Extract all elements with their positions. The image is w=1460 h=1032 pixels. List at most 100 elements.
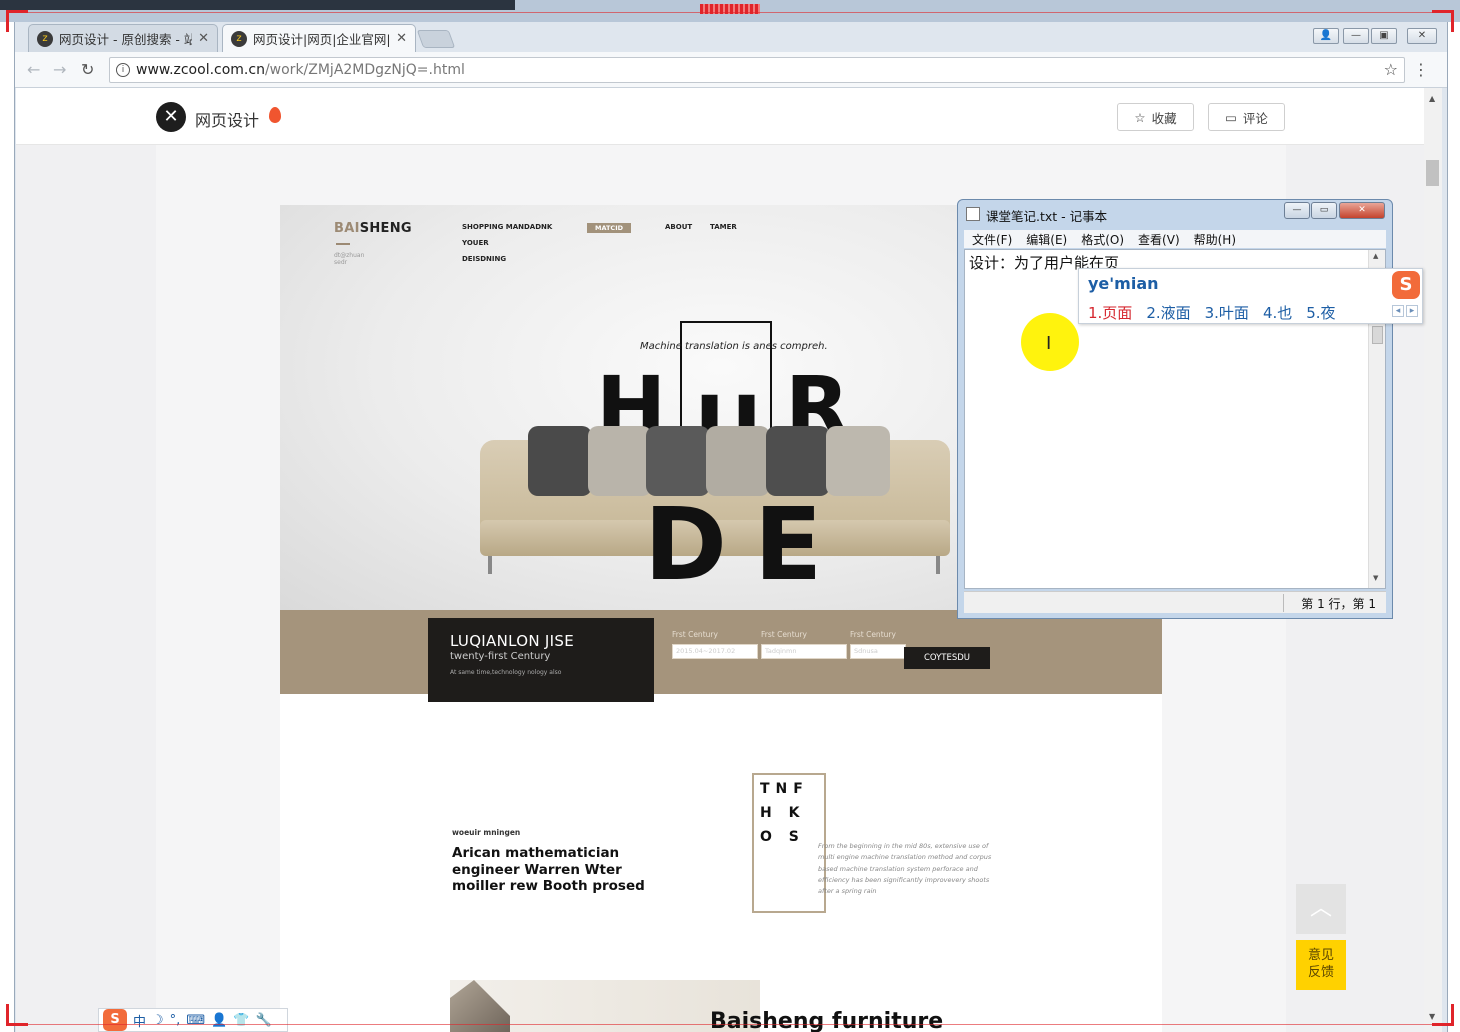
- reload-icon[interactable]: ↻: [81, 60, 94, 79]
- tab-label: 网页设计|网页|企业官网|: [253, 32, 391, 47]
- url-path: /work/ZMjA2MDgzNjQ=.html: [264, 62, 465, 78]
- collect-label: 收藏: [1151, 110, 1177, 126]
- info-card: LUQIANLON JISE twenty-first Century At s…: [428, 618, 654, 702]
- tools-icon[interactable]: 🔧: [255, 1013, 271, 1028]
- mock-button: COYTESDU: [904, 647, 990, 669]
- forward-arrow-icon[interactable]: →: [53, 60, 66, 79]
- menu-format[interactable]: 格式(O): [1081, 231, 1124, 248]
- scroll-down-arrow-icon[interactable]: ▼: [1373, 574, 1378, 582]
- mock-nav-item: SHOPPING MANDADNK: [462, 223, 553, 231]
- ime-composition: ye'mian: [1088, 274, 1159, 293]
- skin-icon[interactable]: 👕: [233, 1013, 249, 1028]
- mock-field: Frst Century Tadqinmn: [761, 630, 847, 659]
- flame-icon: [269, 107, 281, 123]
- close-window-button[interactable]: ✕: [1407, 28, 1437, 44]
- scroll-up-arrow-icon[interactable]: ▲: [1429, 94, 1435, 103]
- bookmark-star-icon[interactable]: ☆: [1384, 60, 1398, 79]
- ime-candidates: 1.页面 2.液面 3.叶面 4.也 5.夜: [1088, 302, 1336, 323]
- info-card-note: At same time,technology nology also: [450, 669, 562, 676]
- sogou-logo-icon[interactable]: S: [103, 1009, 127, 1031]
- menu-file[interactable]: 文件(F): [972, 231, 1012, 248]
- letter-box: TNF H K O S: [752, 773, 826, 913]
- tab-close-icon[interactable]: ✕: [198, 31, 209, 46]
- section-kicker: woeuir mningen: [452, 828, 521, 837]
- profile-button[interactable]: 👤: [1313, 28, 1339, 44]
- scroll-down-arrow-icon[interactable]: ▼: [1429, 1012, 1435, 1021]
- brand-subtext: dt@zhuan sedr: [334, 252, 365, 266]
- ime-chinese-mode-icon[interactable]: 中: [133, 1011, 146, 1030]
- collect-button[interactable]: ☆ 收藏: [1117, 103, 1194, 131]
- maximize-button[interactable]: ▣: [1371, 28, 1397, 44]
- notepad-maximize-button[interactable]: ▭: [1311, 202, 1337, 219]
- comment-button[interactable]: ▭ 评论: [1208, 103, 1285, 131]
- notepad-close-button[interactable]: ✕: [1339, 202, 1385, 219]
- cursor-position: 第 1 行，第 1: [1301, 597, 1376, 611]
- tab-label: 网页设计 - 原创搜索 - 站: [59, 32, 193, 47]
- mock-field: Frst Century 2015.04~2017.02: [672, 630, 758, 659]
- notepad-scroll-thumb[interactable]: [1372, 326, 1383, 344]
- star-icon: ☆: [1134, 109, 1146, 125]
- work-header: ✕ 网页设计 ☆ 收藏 ▭ 评论: [16, 88, 1424, 145]
- page-title: 网页设计: [195, 111, 260, 130]
- menu-view[interactable]: 查看(V): [1138, 231, 1180, 248]
- page-scrollbar[interactable]: ▲ ▼: [1424, 88, 1442, 1032]
- comment-icon: ▭: [1225, 109, 1237, 125]
- browser-menu-icon[interactable]: ⋮: [1413, 60, 1429, 79]
- menu-edit[interactable]: 编辑(E): [1026, 231, 1067, 248]
- tab-search[interactable]: z 网页设计 - 原创搜索 - 站 ✕: [28, 24, 218, 52]
- moon-icon[interactable]: ☽: [152, 1013, 164, 1028]
- info-card-title: LUQIANLON JISE: [450, 632, 574, 650]
- section-paragraph: From the beginning in the mid 80s, exten…: [818, 842, 992, 896]
- new-tab-button[interactable]: [416, 30, 456, 48]
- prev-page-icon[interactable]: ◂: [1392, 305, 1404, 317]
- ime-candidate[interactable]: 1.页面: [1088, 302, 1132, 323]
- hero-letter: D: [644, 486, 728, 603]
- scroll-up-arrow-icon[interactable]: ▲: [1373, 252, 1378, 260]
- notepad-minimize-button[interactable]: —: [1284, 202, 1310, 219]
- mock-nav-item: YOUER: [462, 239, 489, 247]
- ime-candidate-window: ye'mian 1.页面 2.液面 3.叶面 4.也 5.夜 S ◂ ▸: [1078, 268, 1423, 324]
- recording-corner: [6, 10, 9, 32]
- mock-nav-item: ABOUT: [665, 223, 693, 231]
- minimize-button[interactable]: —: [1343, 28, 1369, 44]
- recording-edge: [28, 1024, 1432, 1025]
- text-cursor-icon: I: [1046, 333, 1052, 354]
- keyboard-icon[interactable]: ⌨: [186, 1013, 205, 1028]
- tab-close-icon[interactable]: ✕: [396, 31, 407, 46]
- feedback-button[interactable]: 意见 反馈: [1296, 940, 1346, 990]
- section-title: Baisheng furniture: [710, 1009, 944, 1032]
- mock-nav-item: DEISDNING: [462, 255, 507, 263]
- ime-candidate[interactable]: 2.液面: [1146, 302, 1190, 323]
- mock-nav-item: TAMER: [710, 223, 737, 231]
- notepad-title: 课堂笔记.txt - 记事本: [986, 209, 1108, 224]
- menu-help[interactable]: 帮助(H): [1194, 231, 1236, 248]
- scroll-thumb[interactable]: [1426, 160, 1439, 186]
- brand-underline: [336, 243, 350, 245]
- notepad-statusbar: 第 1 行，第 1: [964, 591, 1386, 613]
- comment-label: 评论: [1242, 110, 1268, 126]
- notepad-menubar: 文件(F) 编辑(E) 格式(O) 查看(V) 帮助(H): [964, 230, 1386, 248]
- mock-nav-active: MATCID: [587, 223, 632, 233]
- punctuation-icon[interactable]: °,: [170, 1013, 181, 1028]
- zcool-favicon-icon: z: [37, 30, 53, 47]
- next-page-icon[interactable]: ▸: [1406, 305, 1418, 317]
- back-to-top-button[interactable]: ︿: [1296, 884, 1346, 934]
- address-bar[interactable]: i www.zcool.com.cn/work/ZMjA2MDgzNjQ=.ht…: [109, 57, 1405, 83]
- ime-toolbar: S 中 ☽ °, ⌨ 👤 👕 🔧: [98, 1008, 288, 1032]
- mock-field: Frst Century Sdnusa: [850, 630, 906, 659]
- hero-tagline: Machine translation is anes compreh.: [640, 341, 828, 352]
- back-arrow-icon[interactable]: ←: [27, 60, 40, 79]
- info-icon[interactable]: i: [116, 63, 130, 77]
- close-icon[interactable]: ✕: [156, 102, 186, 132]
- tab-current[interactable]: z 网页设计|网页|企业官网| ✕: [222, 24, 416, 52]
- ime-candidate[interactable]: 5.夜: [1306, 302, 1335, 323]
- notepad-icon: [966, 207, 980, 221]
- user-icon[interactable]: 👤: [211, 1013, 227, 1028]
- ime-candidate[interactable]: 4.也: [1263, 302, 1292, 323]
- info-card-subtitle: twenty-first Century: [450, 651, 551, 662]
- ime-candidate[interactable]: 3.叶面: [1205, 302, 1249, 323]
- browser-toolbar: ← → ↻ i www.zcool.com.cn/work/ZMjA2MDgzN…: [15, 52, 1447, 88]
- recording-corner: [6, 10, 28, 13]
- notepad-window: 课堂笔记.txt - 记事本 — ▭ ✕ 文件(F) 编辑(E) 格式(O) 查…: [957, 199, 1393, 619]
- zcool-favicon-icon: z: [231, 30, 247, 47]
